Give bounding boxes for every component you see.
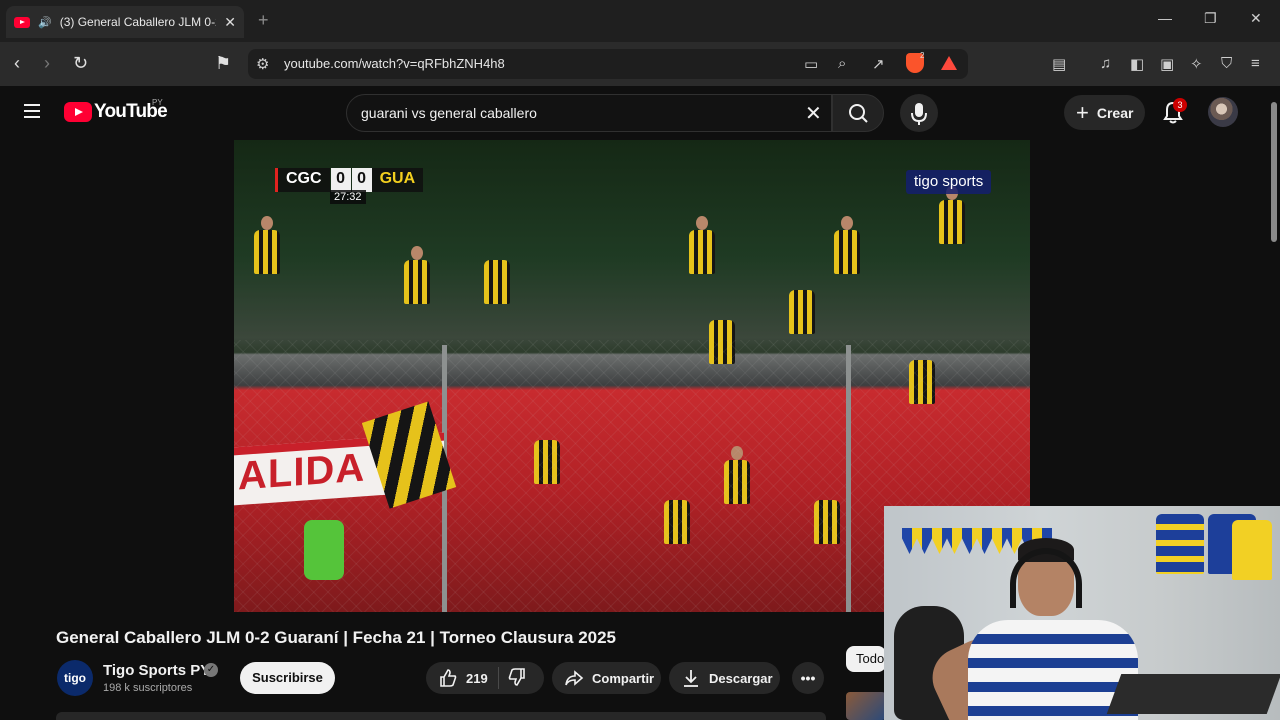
share-page-icon[interactable]: ↗ bbox=[872, 55, 885, 73]
share-button[interactable]: Compartir bbox=[552, 662, 661, 694]
search-icon bbox=[849, 104, 868, 123]
guide-menu-icon[interactable] bbox=[24, 104, 40, 118]
fan-figure bbox=[404, 260, 430, 304]
fan-head bbox=[696, 216, 708, 230]
fan-figure bbox=[689, 230, 715, 274]
description-box[interactable] bbox=[56, 712, 826, 720]
like-divider bbox=[497, 667, 499, 689]
thumbs-up-icon bbox=[440, 669, 457, 687]
site-settings-icon[interactable]: ⚙ bbox=[256, 55, 269, 73]
subscriber-count: 198 k suscriptores bbox=[103, 682, 193, 694]
broadcaster-logo: tigo sports bbox=[906, 170, 992, 194]
match-clock: 27:32 bbox=[330, 190, 366, 204]
scrollbar-thumb[interactable] bbox=[1271, 102, 1277, 242]
like-count: 219 bbox=[466, 670, 488, 686]
away-team-code: GUA bbox=[371, 168, 424, 192]
fan-figure bbox=[254, 230, 280, 274]
create-label: Crear bbox=[1096, 104, 1134, 121]
webcam-overlay bbox=[884, 506, 1280, 720]
new-tab-button[interactable]: + bbox=[258, 10, 269, 31]
filter-chip-all[interactable]: Todo bbox=[846, 646, 886, 672]
brave-rewards-icon[interactable] bbox=[941, 56, 957, 70]
keyboard-figure bbox=[1106, 674, 1280, 714]
banner-text: ALIDA bbox=[238, 445, 366, 499]
minimize-icon[interactable]: — bbox=[1158, 10, 1172, 26]
streamer-figure bbox=[922, 538, 1138, 720]
home-score: 0 bbox=[330, 168, 351, 192]
scoreboard-overlay: CGC 0 0 GUA bbox=[275, 168, 424, 192]
brave-shields-badge: 2 bbox=[920, 51, 925, 60]
speaker-icon[interactable]: 🔊 bbox=[38, 16, 52, 29]
forward-icon[interactable]: › bbox=[44, 53, 50, 74]
youtube-logo-icon[interactable] bbox=[64, 102, 92, 122]
fan-figure bbox=[834, 230, 860, 274]
tab-close-icon[interactable]: ✕ bbox=[224, 14, 236, 31]
window-close-icon[interactable]: ✕ bbox=[1250, 10, 1262, 27]
zoom-icon[interactable]: ⌕ bbox=[838, 55, 846, 72]
account-avatar[interactable] bbox=[1208, 97, 1238, 127]
youtube-favicon-icon bbox=[14, 16, 30, 28]
microphone-icon bbox=[911, 103, 927, 125]
fan-figure bbox=[789, 290, 815, 334]
security-guard-figure bbox=[304, 520, 344, 580]
clear-search-icon[interactable]: ✕ bbox=[805, 101, 822, 126]
voice-search-button[interactable] bbox=[900, 94, 938, 132]
video-title: General Caballero JLM 0-2 Guaraní | Fech… bbox=[56, 628, 617, 647]
hanging-jersey bbox=[1156, 514, 1204, 574]
related-video-thumbnail[interactable] bbox=[846, 692, 886, 720]
fan-figure bbox=[939, 200, 965, 244]
share-label: Compartir bbox=[592, 670, 655, 686]
more-actions-button[interactable]: ••• bbox=[792, 662, 824, 694]
create-button[interactable]: + Crear bbox=[1064, 95, 1145, 130]
notification-count-badge: 3 bbox=[1173, 98, 1187, 112]
region-code: PY bbox=[152, 98, 163, 107]
channel-name[interactable]: Tigo Sports PY bbox=[103, 662, 210, 679]
reload-icon[interactable]: ↻ bbox=[73, 53, 88, 74]
leo-ai-icon[interactable]: ✧ bbox=[1190, 55, 1203, 73]
download-icon bbox=[684, 670, 698, 687]
thumbs-down-icon bbox=[508, 667, 525, 686]
search-query[interactable]: guarani vs general caballero bbox=[361, 105, 537, 121]
home-team-code: CGC bbox=[275, 168, 330, 192]
menu-icon[interactable]: ≡ bbox=[1251, 55, 1260, 72]
verified-check-icon: ✓ bbox=[204, 663, 218, 677]
bookmark-icon[interactable]: ⚑ bbox=[215, 53, 231, 74]
fence-pole bbox=[846, 345, 851, 612]
plus-icon: + bbox=[1076, 99, 1089, 125]
fan-head bbox=[261, 216, 273, 230]
share-icon bbox=[565, 670, 584, 686]
media-icon[interactable]: ♫ bbox=[1100, 55, 1111, 72]
fan-head bbox=[841, 216, 853, 230]
url-text[interactable]: youtube.com/watch?v=qRFbhZNH4h8 bbox=[284, 56, 505, 71]
browser-tab[interactable]: 🔊 (3) General Caballero JLM 0-2 ✕ bbox=[6, 6, 244, 38]
download-button[interactable]: Descargar bbox=[669, 662, 780, 694]
fan-head bbox=[411, 246, 423, 260]
restore-icon[interactable]: ❐ bbox=[1204, 10, 1217, 27]
cast-icon[interactable]: ▭ bbox=[804, 55, 818, 73]
subscribe-button[interactable]: Suscribirse bbox=[240, 662, 335, 694]
hanging-jersey bbox=[1232, 520, 1272, 580]
channel-avatar[interactable]: tigo bbox=[57, 660, 93, 696]
reader-mode-icon[interactable]: ▤ bbox=[1052, 55, 1066, 73]
back-icon[interactable]: ‹ bbox=[14, 53, 20, 74]
like-button[interactable]: 219 bbox=[426, 668, 488, 688]
download-label: Descargar bbox=[709, 670, 773, 686]
fan-figure bbox=[484, 260, 510, 304]
tab-title: (3) General Caballero JLM 0-2 bbox=[59, 15, 217, 29]
like-dislike-group: 219 bbox=[426, 662, 544, 694]
vpn-icon[interactable]: ⛉ bbox=[1221, 55, 1232, 72]
sidebar-toggle-icon[interactable]: ◧ bbox=[1130, 55, 1144, 73]
search-button[interactable] bbox=[832, 94, 884, 132]
wallet-icon[interactable]: ▣ bbox=[1160, 55, 1174, 73]
away-score: 0 bbox=[351, 168, 372, 192]
dislike-button[interactable] bbox=[507, 667, 527, 690]
